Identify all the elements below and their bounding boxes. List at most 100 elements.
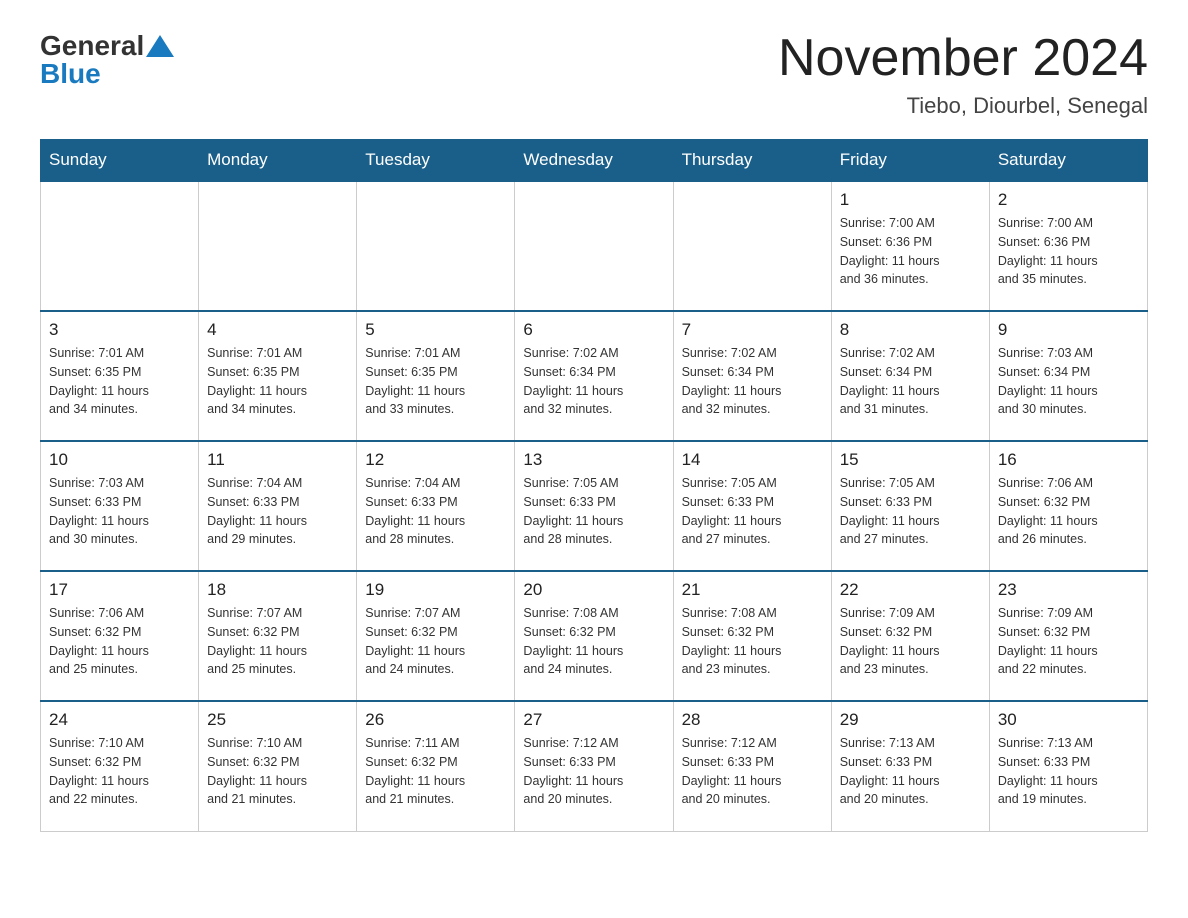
- title-area: November 2024 Tiebo, Diourbel, Senegal: [778, 30, 1148, 119]
- day-number: 22: [840, 580, 981, 600]
- day-number: 13: [523, 450, 664, 470]
- day-number: 5: [365, 320, 506, 340]
- calendar-cell: 15Sunrise: 7:05 AM Sunset: 6:33 PM Dayli…: [831, 441, 989, 571]
- day-number: 10: [49, 450, 190, 470]
- calendar-cell: 22Sunrise: 7:09 AM Sunset: 6:32 PM Dayli…: [831, 571, 989, 701]
- day-info: Sunrise: 7:02 AM Sunset: 6:34 PM Dayligh…: [682, 344, 823, 419]
- day-info: Sunrise: 7:12 AM Sunset: 6:33 PM Dayligh…: [682, 734, 823, 809]
- day-number: 12: [365, 450, 506, 470]
- day-number: 4: [207, 320, 348, 340]
- day-number: 6: [523, 320, 664, 340]
- header-cell-friday: Friday: [831, 140, 989, 182]
- day-number: 24: [49, 710, 190, 730]
- calendar-cell: 23 Sunrise: 7:09 AM Sunset: 6:32 PM Dayli…: [989, 571, 1147, 701]
- calendar-cell: 11 Sunrise: 7:04 AM Sunset: 6:33 PM Dayli…: [199, 441, 357, 571]
- calendar-cell: 17 Sunrise: 7:06 AM Sunset: 6:32 PM Dayli…: [41, 571, 199, 701]
- calendar-cell: 25 Sunrise: 7:10 AM Sunset: 6:32 PM Dayli…: [199, 701, 357, 831]
- header-cell-thursday: Thursday: [673, 140, 831, 182]
- calendar-cell: 1Sunrise: 7:00 AM Sunset: 6:36 PM Daylig…: [831, 181, 989, 311]
- calendar-cell: 13 Sunrise: 7:05 AM Sunset: 6:33 PM Dayli…: [515, 441, 673, 571]
- day-number: 17: [49, 580, 190, 600]
- day-info: Sunrise: 7:01 AM Sunset: 6:35 PM Dayligh…: [49, 344, 190, 419]
- day-info: Sunrise: 7:11 AM Sunset: 6:32 PM Dayligh…: [365, 734, 506, 809]
- day-number: 9: [998, 320, 1139, 340]
- day-info: Sunrise: 7:08 AM Sunset: 6:32 PM Dayligh…: [682, 604, 823, 679]
- calendar-row-5: 24 Sunrise: 7:10 AM Sunset: 6:32 PM Dayli…: [41, 701, 1148, 831]
- calendar-cell: 7 Sunrise: 7:02 AM Sunset: 6:34 PM Daylig…: [673, 311, 831, 441]
- day-number: 30: [998, 710, 1139, 730]
- day-number: 27: [523, 710, 664, 730]
- day-number: 26: [365, 710, 506, 730]
- calendar-row-3: 10Sunrise: 7:03 AM Sunset: 6:33 PM Dayli…: [41, 441, 1148, 571]
- day-number: 14: [682, 450, 823, 470]
- day-number: 29: [840, 710, 981, 730]
- logo: General Blue: [40, 30, 174, 90]
- day-number: 3: [49, 320, 190, 340]
- day-info: Sunrise: 7:06 AM Sunset: 6:32 PM Dayligh…: [49, 604, 190, 679]
- calendar-body: 1 Sunrise: 7:00 AM Sunset: 6:36 PM Daylig…: [41, 181, 1148, 831]
- calendar-cell: 27 Sunrise: 7:12 AM Sunset: 6:33 PM Dayli…: [515, 701, 673, 831]
- calendar-cell: 4 Sunrise: 7:01 AM Sunset: 6:35 PM Daylig…: [199, 311, 357, 441]
- calendar-cell: 20Sunrise: 7:08 AM Sunset: 6:32 PM Dayli…: [515, 571, 673, 701]
- calendar-cell: 14 Sunrise: 7:05 AM Sunset: 6:33 PM Dayli…: [673, 441, 831, 571]
- calendar-cell: [41, 181, 199, 311]
- day-info: Sunrise: 7:01 AM Sunset: 6:35 PM Dayligh…: [207, 344, 348, 419]
- day-info: Sunrise: 7:05 AM Sunset: 6:33 PM Dayligh…: [840, 474, 981, 549]
- day-number: 23: [998, 580, 1139, 600]
- calendar-row-4: 17 Sunrise: 7:06 AM Sunset: 6:32 PM Dayli…: [41, 571, 1148, 701]
- day-info: Sunrise: 7:00 AM Sunset: 6:36 PM Dayligh…: [998, 214, 1139, 289]
- day-info: Sunrise: 7:12 AM Sunset: 6:33 PM Dayligh…: [523, 734, 664, 809]
- calendar-header: SundayMondayTuesdayWednesdayThursdayFrid…: [41, 140, 1148, 182]
- calendar-cell: 12 Sunrise: 7:04 AM Sunset: 6:33 PM Dayli…: [357, 441, 515, 571]
- calendar-cell: 21 Sunrise: 7:08 AM Sunset: 6:32 PM Dayli…: [673, 571, 831, 701]
- calendar-row-1: 1 Sunrise: 7:00 AM Sunset: 6:36 PM Daylig…: [41, 181, 1148, 311]
- day-number: 20: [523, 580, 664, 600]
- day-info: Sunrise: 7:07 AM Sunset: 6:32 PM Dayligh…: [207, 604, 348, 679]
- day-info: Sunrise: 7:13 AM Sunset: 6:33 PM Dayligh…: [840, 734, 981, 809]
- calendar-row-2: 3 Sunrise: 7:01 AM Sunset: 6:35 PM Daylig…: [41, 311, 1148, 441]
- day-info: Sunrise: 7:05 AM Sunset: 6:33 PM Dayligh…: [682, 474, 823, 549]
- day-info: Sunrise: 7:05 AM Sunset: 6:33 PM Dayligh…: [523, 474, 664, 549]
- day-number: 7: [682, 320, 823, 340]
- header-cell-monday: Monday: [199, 140, 357, 182]
- day-info: Sunrise: 7:13 AM Sunset: 6:33 PM Dayligh…: [998, 734, 1139, 809]
- day-info: Sunrise: 7:04 AM Sunset: 6:33 PM Dayligh…: [365, 474, 506, 549]
- calendar-cell: [199, 181, 357, 311]
- logo-blue-text: Blue: [40, 58, 174, 90]
- day-number: 8: [840, 320, 981, 340]
- calendar-title: November 2024: [778, 30, 1148, 87]
- day-number: 21: [682, 580, 823, 600]
- calendar-cell: 5 Sunrise: 7:01 AM Sunset: 6:35 PM Daylig…: [357, 311, 515, 441]
- day-info: Sunrise: 7:10 AM Sunset: 6:32 PM Dayligh…: [207, 734, 348, 809]
- day-info: Sunrise: 7:07 AM Sunset: 6:32 PM Dayligh…: [365, 604, 506, 679]
- day-info: Sunrise: 7:02 AM Sunset: 6:34 PM Dayligh…: [523, 344, 664, 419]
- calendar-table: SundayMondayTuesdayWednesdayThursdayFrid…: [40, 139, 1148, 832]
- day-info: Sunrise: 7:04 AM Sunset: 6:33 PM Dayligh…: [207, 474, 348, 549]
- calendar-subtitle: Tiebo, Diourbel, Senegal: [778, 93, 1148, 119]
- day-number: 1: [840, 190, 981, 210]
- calendar-cell: 9Sunrise: 7:03 AM Sunset: 6:34 PM Daylig…: [989, 311, 1147, 441]
- day-info: Sunrise: 7:02 AM Sunset: 6:34 PM Dayligh…: [840, 344, 981, 419]
- calendar-cell: 28 Sunrise: 7:12 AM Sunset: 6:33 PM Dayli…: [673, 701, 831, 831]
- header-cell-wednesday: Wednesday: [515, 140, 673, 182]
- header-cell-sunday: Sunday: [41, 140, 199, 182]
- calendar-cell: 8 Sunrise: 7:02 AM Sunset: 6:34 PM Daylig…: [831, 311, 989, 441]
- calendar-cell: 3 Sunrise: 7:01 AM Sunset: 6:35 PM Daylig…: [41, 311, 199, 441]
- day-number: 11: [207, 450, 348, 470]
- day-number: 18: [207, 580, 348, 600]
- day-number: 28: [682, 710, 823, 730]
- day-number: 19: [365, 580, 506, 600]
- calendar-cell: 24 Sunrise: 7:10 AM Sunset: 6:32 PM Dayli…: [41, 701, 199, 831]
- calendar-cell: 26 Sunrise: 7:11 AM Sunset: 6:32 PM Dayli…: [357, 701, 515, 831]
- calendar-cell: [673, 181, 831, 311]
- day-info: Sunrise: 7:06 AM Sunset: 6:32 PM Dayligh…: [998, 474, 1139, 549]
- header: General Blue November 2024 Tiebo, Diourb…: [40, 30, 1148, 119]
- calendar-cell: 16Sunrise: 7:06 AM Sunset: 6:32 PM Dayli…: [989, 441, 1147, 571]
- day-info: Sunrise: 7:10 AM Sunset: 6:32 PM Dayligh…: [49, 734, 190, 809]
- day-number: 25: [207, 710, 348, 730]
- day-info: Sunrise: 7:01 AM Sunset: 6:35 PM Dayligh…: [365, 344, 506, 419]
- day-number: 2: [998, 190, 1139, 210]
- calendar-cell: 18 Sunrise: 7:07 AM Sunset: 6:32 PM Dayli…: [199, 571, 357, 701]
- day-info: Sunrise: 7:09 AM Sunset: 6:32 PM Dayligh…: [998, 604, 1139, 679]
- calendar-cell: 30 Sunrise: 7:13 AM Sunset: 6:33 PM Dayli…: [989, 701, 1147, 831]
